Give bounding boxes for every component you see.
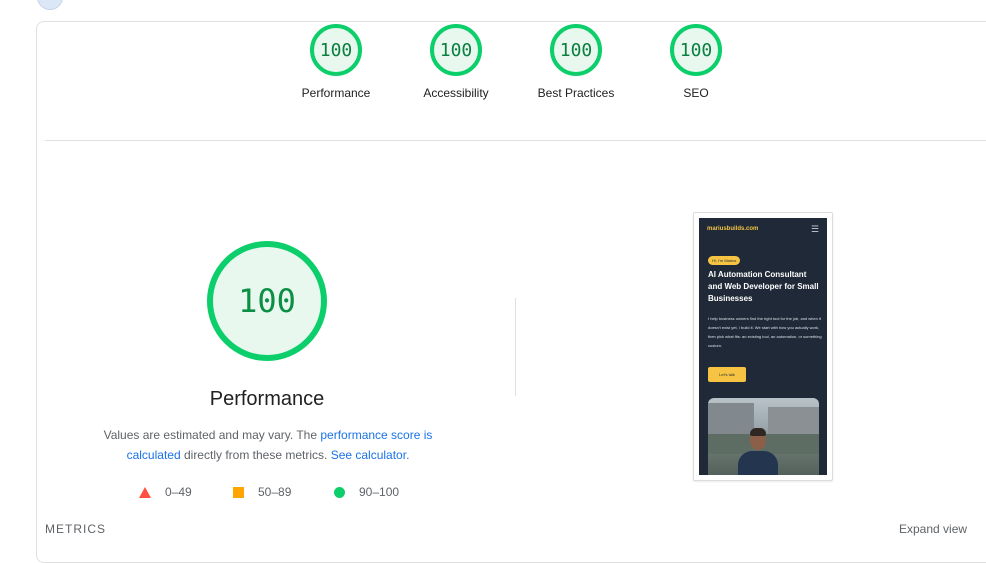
hamburger-menu-icon: ☰ (810, 224, 819, 234)
performance-big-score: 100 (207, 241, 327, 361)
profile-photo (708, 398, 819, 475)
site-brand: mariusbuilds.com (707, 226, 759, 232)
gauge-seo[interactable]: 100 SEO (636, 24, 756, 100)
description-middle: directly from these metrics. (180, 448, 331, 462)
performance-description: Values are estimated and may vary. The p… (88, 425, 448, 465)
gauge-best-practices[interactable]: 100 Best Practices (516, 24, 636, 100)
performance-title: Performance (209, 388, 325, 410)
phone-screenshot: mariusbuilds.com ☰ Hi, I'm Marius AI Aut… (699, 218, 827, 475)
vertical-divider (515, 298, 516, 396)
legend-average: 50–89 (233, 485, 291, 499)
legend-average-range: 50–89 (258, 485, 292, 499)
square-icon (233, 486, 244, 498)
section-divider (45, 140, 986, 141)
intro-badge: Hi, I'm Marius (708, 256, 741, 265)
performance-label: Performance (301, 86, 371, 100)
site-body-text: I help business owners find the right to… (708, 316, 822, 348)
legend-fail: 0–49 (139, 485, 192, 499)
accessibility-score: 100 (430, 24, 482, 76)
legend-pass: 90–100 (334, 485, 399, 499)
expand-view-toggle[interactable]: Expand view (899, 522, 967, 536)
photo-person-hair (750, 428, 766, 436)
performance-score: 100 (310, 24, 362, 76)
seo-score: 100 (670, 24, 722, 76)
triangle-icon (139, 486, 151, 498)
cta-button: Let's talk (708, 367, 746, 382)
description-prefix: Values are estimated and may vary. The (103, 428, 321, 442)
final-screenshot-thumbnail[interactable]: mariusbuilds.com ☰ Hi, I'm Marius AI Aut… (693, 212, 833, 481)
gauge-performance[interactable]: 100 Performance (276, 24, 396, 100)
photo-person-body (738, 451, 778, 475)
seo-label: SEO (683, 86, 709, 100)
best-practices-score: 100 (550, 24, 602, 76)
best-practices-label: Best Practices (537, 86, 615, 100)
see-calculator-link[interactable]: See calculator. (331, 448, 410, 462)
performance-big-gauge: 100 (207, 241, 327, 361)
circle-icon (334, 486, 345, 498)
gauge-accessibility[interactable]: 100 Accessibility (396, 24, 516, 100)
site-heading: AI Automation Consultant and Web Develop… (708, 270, 819, 303)
metrics-heading: METRICS (45, 522, 106, 536)
legend-pass-range: 90–100 (359, 485, 400, 499)
category-gauges-row: 100 Performance 100 Accessibility 100 Be… (0, 0, 986, 140)
score-legend: 0–49 50–89 90–100 (0, 485, 986, 505)
legend-fail-range: 0–49 (165, 485, 192, 499)
accessibility-label: Accessibility (423, 86, 489, 100)
